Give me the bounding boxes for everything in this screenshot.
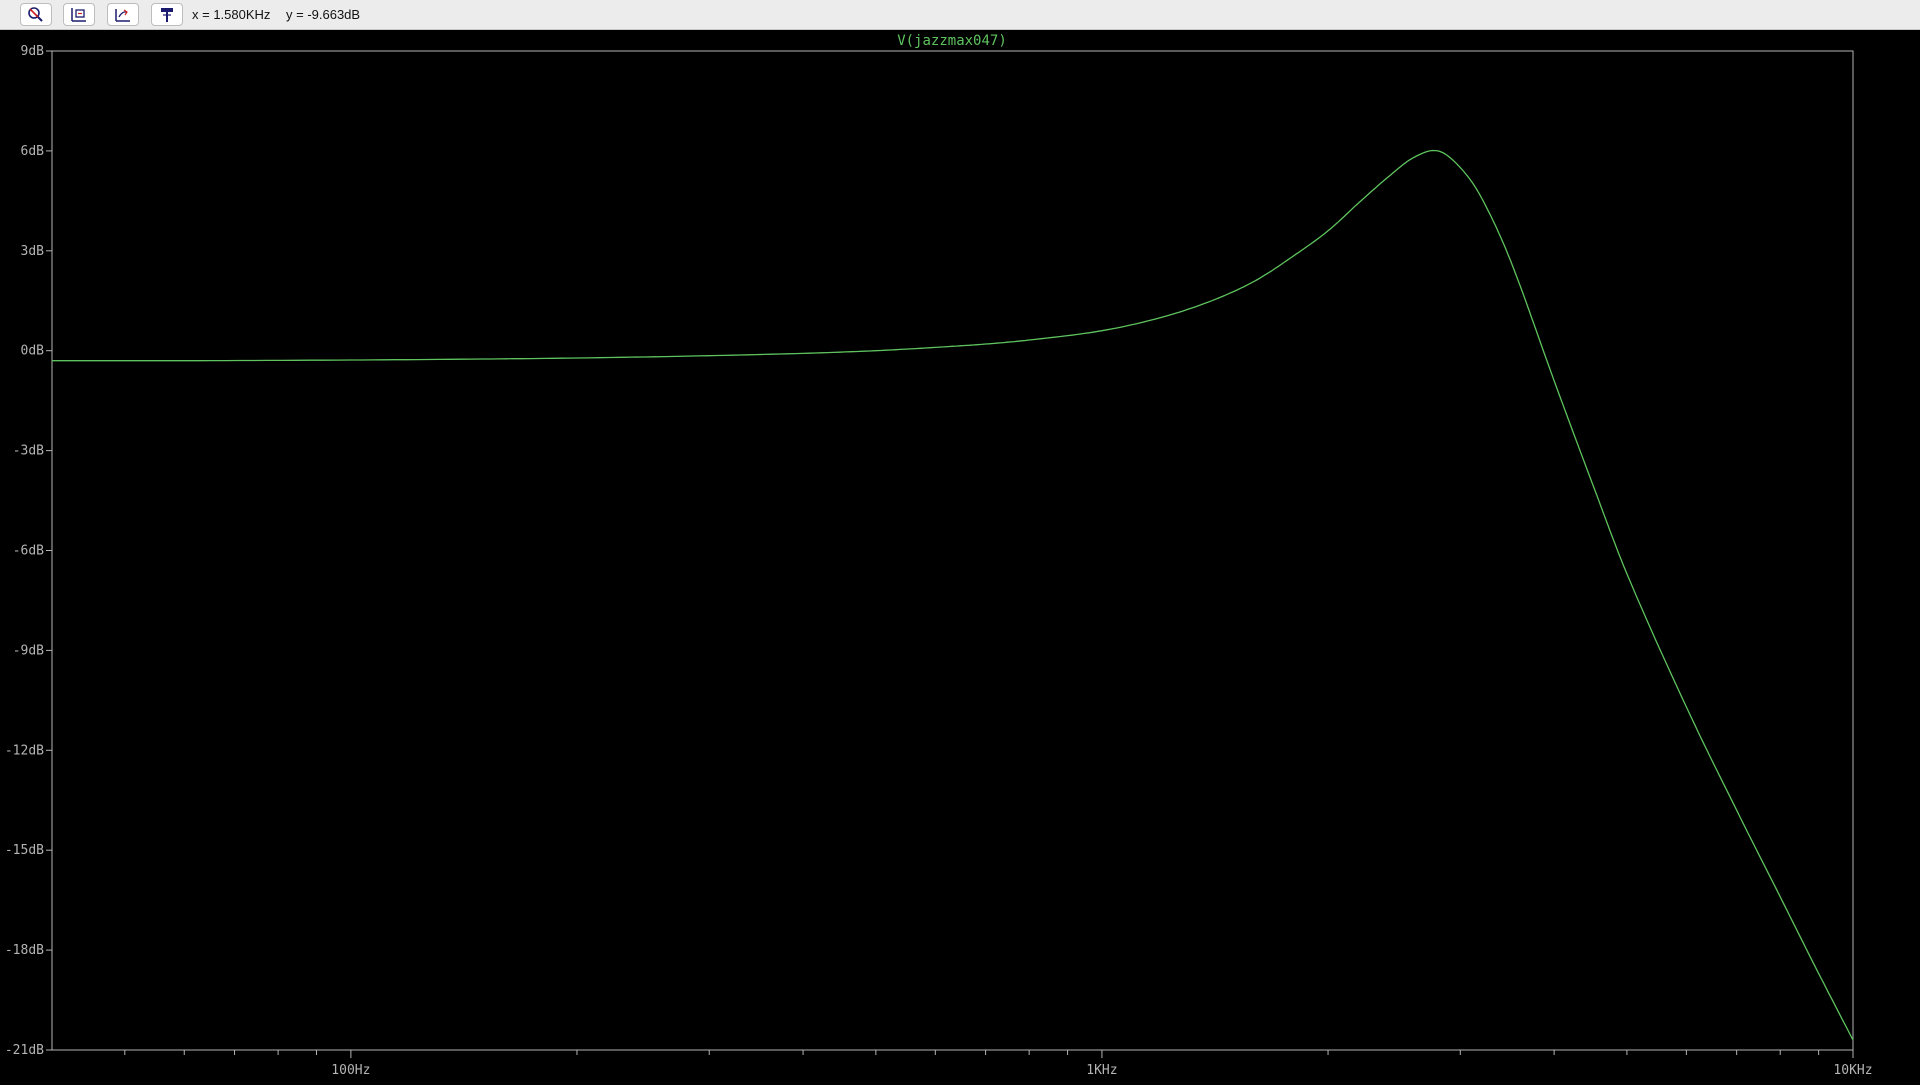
y-axis-ticks: 9dB 6dB 3dB 0dB -3dB -6dB -9dB -12dB -15dB -18dB -… [5,44,52,1058]
magnifier-zoom-icon [28,6,43,22]
chart-title: V(jazzmax047) [897,33,1007,49]
y-tick-label: -15dB [5,843,44,858]
x-tick-label: 100Hz [331,1063,370,1078]
y-tick-label: -12dB [5,743,44,758]
trace-v-jazzmax047 [52,149,1854,1041]
zoom-area-button[interactable] [20,3,52,26]
cursor-x-readout: x = 1.580KHz [192,7,271,22]
plot-frame [51,50,1854,1051]
x-tick-label: 10KHz [1833,1063,1872,1078]
axis-pan-icon [115,8,130,22]
plot-area[interactable]: V(jazzmax047) 9dB 6dB 3dB 0dB -3dB -6dB -9dB -1… [0,30,1920,1080]
bode-plot: V(jazzmax047) 9dB 6dB 3dB 0dB -3dB -6dB -9dB -1… [5,33,1873,1078]
y-tick-label: 6dB [21,144,45,159]
y-tick-label: -3dB [13,444,44,459]
y-tick-label: 9dB [21,44,45,59]
y-tick-label: -6dB [13,544,44,559]
toolbar: x = 1.580KHz y = -9.663dB [0,0,1920,30]
x-tick-label: 1KHz [1086,1063,1117,1078]
cursor-y-readout: y = -9.663dB [286,7,361,22]
y-tick-label: 3dB [21,244,45,259]
probe-button[interactable] [151,3,183,26]
y-tick-label: -21dB [5,1043,44,1058]
y-tick-label: -9dB [13,643,44,658]
x-axis-ticks: 100Hz 1KHz 10KHz [124,1050,1873,1078]
pan-axis-button[interactable] [107,3,139,26]
y-tick-label: 0dB [21,344,45,359]
y-tick-label: -18dB [5,943,44,958]
zoom-extents-button[interactable] [63,3,95,26]
probe-icon [161,7,173,22]
zoom-extents-icon [71,7,86,22]
